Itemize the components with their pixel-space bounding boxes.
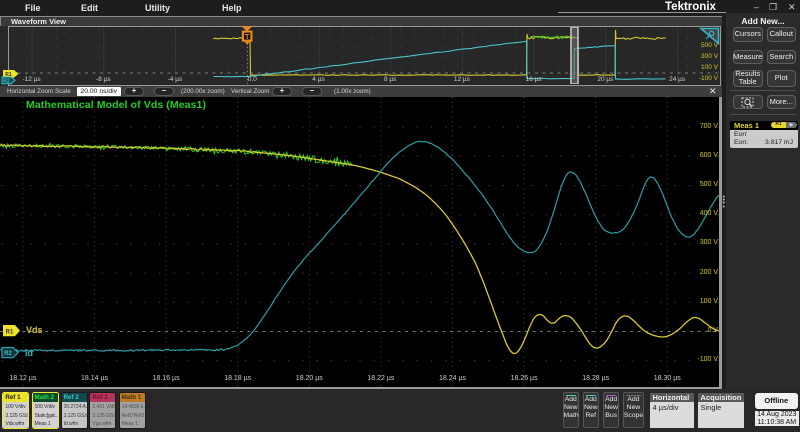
svg-text:R1: R1 <box>6 329 14 335</box>
svg-text:R2: R2 <box>4 351 12 357</box>
svg-text:R2: R2 <box>3 78 10 84</box>
svg-text:T: T <box>245 32 250 41</box>
